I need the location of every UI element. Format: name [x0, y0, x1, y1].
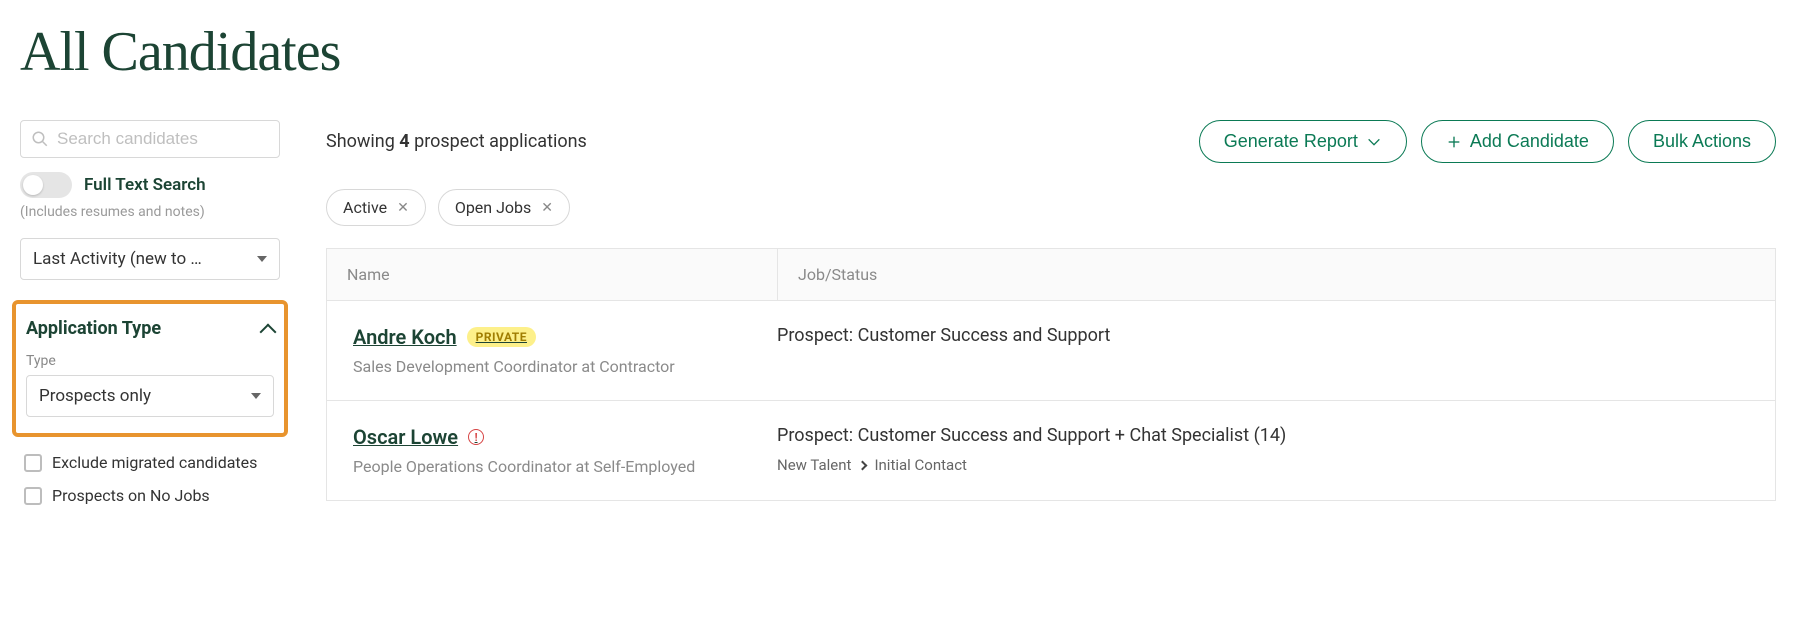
generate-report-label: Generate Report	[1224, 131, 1358, 152]
plus-icon	[1446, 134, 1462, 150]
full-text-search-hint: (Includes resumes and notes)	[20, 204, 280, 220]
status-to: Initial Contact	[874, 456, 967, 474]
generate-report-button[interactable]: Generate Report	[1199, 120, 1407, 163]
bulk-actions-label: Bulk Actions	[1653, 131, 1751, 152]
candidate-subtitle: Sales Development Coordinator at Contrac…	[353, 357, 751, 376]
checkbox-icon	[24, 454, 42, 472]
search-candidates-box[interactable]	[20, 120, 280, 158]
private-badge: PRIVATE	[467, 327, 536, 347]
showing-suffix: prospect applications	[410, 131, 587, 152]
application-type-title: Application Type	[26, 318, 161, 339]
type-select-value: Prospects only	[39, 386, 151, 406]
search-input[interactable]	[57, 129, 278, 149]
column-name: Name	[327, 249, 777, 300]
candidate-name-text: Oscar Lowe	[353, 425, 458, 449]
close-icon[interactable]: ✕	[541, 200, 553, 216]
sort-select[interactable]: Last Activity (new to …	[20, 238, 280, 280]
showing-prefix: Showing	[326, 131, 399, 152]
exclude-migrated-label: Exclude migrated candidates	[52, 453, 257, 472]
prospects-no-jobs-label: Prospects on No Jobs	[52, 486, 210, 505]
sort-select-value: Last Activity (new to …	[33, 249, 202, 269]
bulk-actions-button[interactable]: Bulk Actions	[1628, 120, 1776, 163]
filter-chip-open-jobs[interactable]: Open Jobs ✕	[438, 189, 570, 226]
type-select[interactable]: Prospects only	[26, 375, 274, 417]
chip-label: Active	[343, 198, 387, 217]
filter-chip-active[interactable]: Active ✕	[326, 189, 426, 226]
prospects-no-jobs-checkbox-row[interactable]: Prospects on No Jobs	[20, 486, 280, 505]
column-job: Job/Status	[777, 249, 1775, 300]
search-icon	[31, 130, 49, 148]
exclude-migrated-checkbox-row[interactable]: Exclude migrated candidates	[20, 453, 280, 472]
chevron-down-icon	[1366, 134, 1382, 150]
candidate-name-link[interactable]: Oscar Lowe !	[353, 425, 484, 449]
candidates-table: Name Job/Status Andre Koch PRIVATE Sales…	[326, 248, 1776, 501]
job-line: Prospect: Customer Success and Support	[777, 325, 1755, 346]
job-line: Prospect: Customer Success and Support +…	[777, 425, 1755, 446]
showing-text: Showing 4 prospect applications	[326, 131, 587, 152]
chevron-up-icon	[260, 323, 277, 340]
candidate-subtitle: People Operations Coordinator at Self-Em…	[353, 457, 751, 476]
checkbox-icon	[24, 487, 42, 505]
add-candidate-button[interactable]: Add Candidate	[1421, 120, 1614, 163]
page-title: All Candidates	[20, 20, 1776, 84]
full-text-search-label: Full Text Search	[84, 175, 206, 195]
close-icon[interactable]: ✕	[397, 200, 409, 216]
chevron-right-icon	[858, 460, 868, 470]
candidate-name-link[interactable]: Andre Koch PRIVATE	[353, 325, 536, 349]
sidebar: Full Text Search (Includes resumes and n…	[20, 120, 280, 519]
full-text-search-toggle[interactable]	[20, 172, 72, 198]
caret-down-icon	[251, 393, 261, 399]
application-type-header[interactable]: Application Type	[26, 318, 274, 339]
alert-icon: !	[468, 429, 484, 445]
showing-count: 4	[399, 131, 409, 152]
table-header: Name Job/Status	[327, 249, 1775, 301]
status-line: New Talent Initial Contact	[777, 456, 1755, 474]
table-row: Andre Koch PRIVATE Sales Development Coo…	[327, 301, 1775, 401]
main-content: Showing 4 prospect applications Generate…	[326, 120, 1776, 501]
caret-down-icon	[257, 256, 267, 262]
candidate-name-text: Andre Koch	[353, 325, 457, 349]
table-row: Oscar Lowe ! People Operations Coordinat…	[327, 401, 1775, 500]
add-candidate-label: Add Candidate	[1470, 131, 1589, 152]
application-type-section: Application Type Type Prospects only	[12, 300, 288, 437]
type-label: Type	[26, 353, 274, 369]
chip-label: Open Jobs	[455, 198, 531, 217]
status-from: New Talent	[777, 456, 851, 474]
